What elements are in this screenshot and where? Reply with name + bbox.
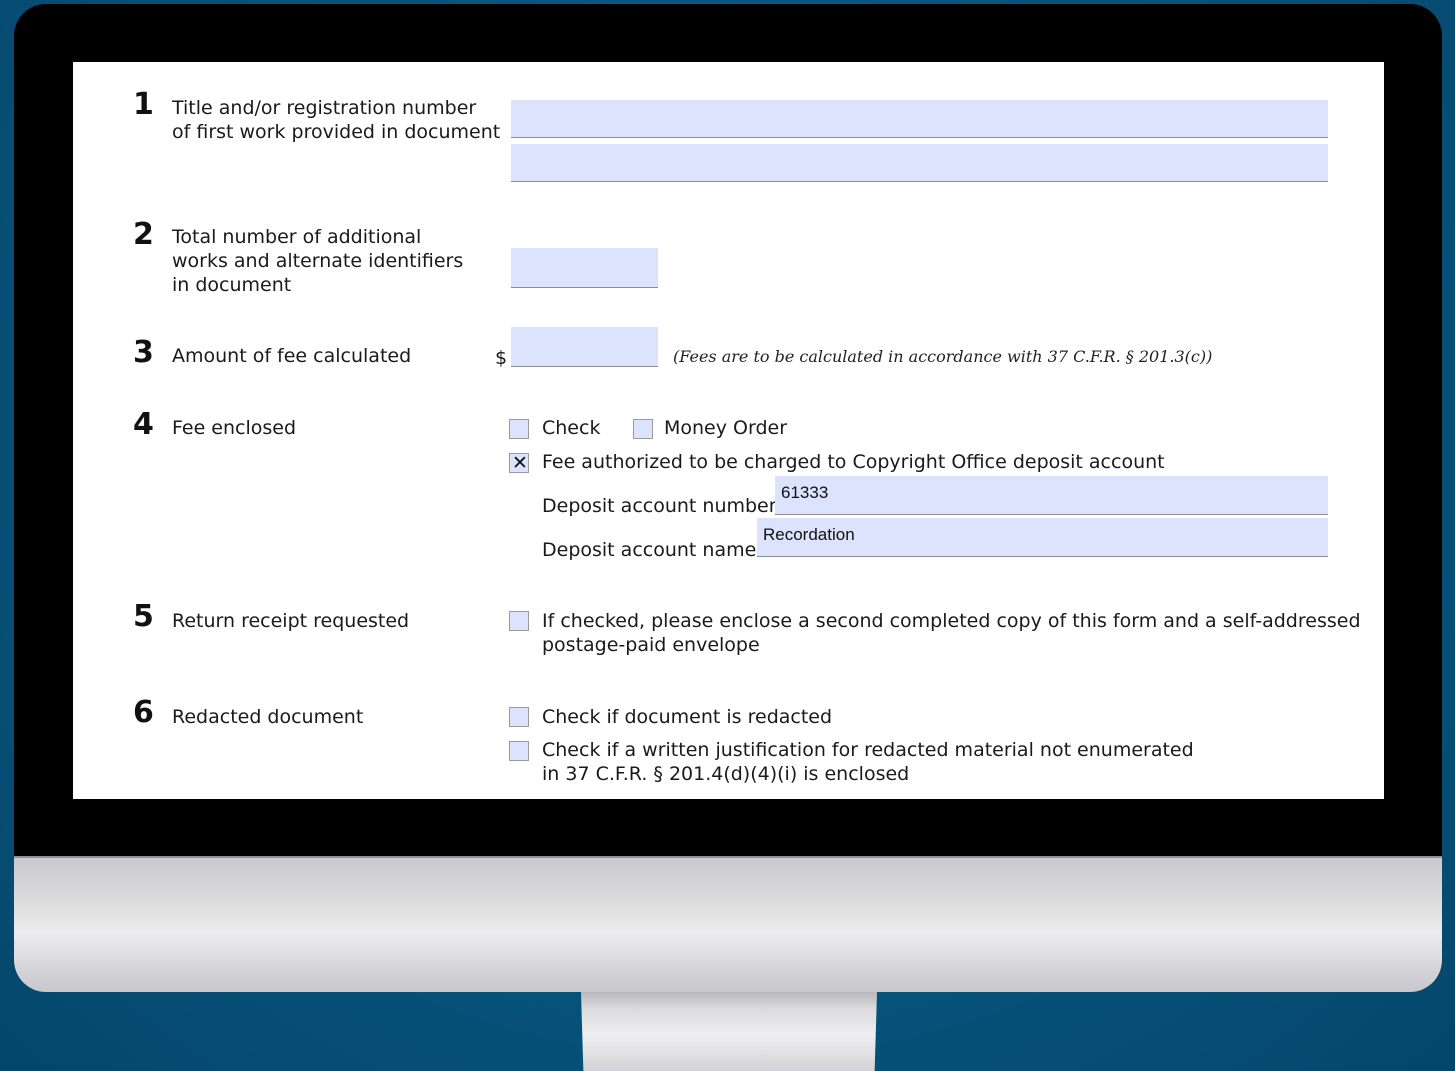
item-2-number: 2 [133, 217, 154, 252]
title-field-line-2[interactable] [511, 144, 1328, 182]
item-4-number: 4 [133, 407, 154, 442]
item-1-label: Title and/or registration number of firs… [172, 97, 501, 143]
justification-option-label: Check if a written justification for red… [542, 739, 1194, 785]
deposit-account-checkbox[interactable]: ✕ [509, 452, 529, 474]
deposit-account-name-label: Deposit account name [542, 539, 757, 561]
item-5-number: 5 [133, 599, 154, 634]
item-3-label: Amount of fee calculated [172, 345, 412, 367]
justification-checkbox[interactable] [509, 741, 529, 761]
deposit-account-name-value: Recordation [763, 525, 855, 544]
money-order-option-label: Money Order [664, 417, 788, 439]
fee-amount-field[interactable] [511, 327, 658, 367]
monitor-stand [581, 992, 877, 1071]
deposit-account-number-field[interactable]: 61333 [775, 476, 1328, 515]
additional-works-field[interactable] [511, 248, 658, 288]
deposit-account-number-label: Deposit account number [542, 495, 777, 517]
check-checkbox[interactable] [509, 419, 529, 439]
fee-note: (Fees are to be calculated in accordance… [673, 347, 1213, 366]
item-6-number: 6 [133, 695, 154, 730]
money-order-checkbox[interactable] [633, 419, 653, 439]
monitor: 1 Title and/or registration number of fi… [14, 4, 1442, 992]
deposit-account-name-field[interactable]: Recordation [757, 518, 1328, 557]
title-field-line-1[interactable] [511, 100, 1328, 138]
item-5-label: Return receipt requested [172, 610, 410, 632]
currency-symbol: $ [495, 347, 508, 369]
return-receipt-checkbox[interactable] [509, 611, 529, 631]
item-1-number: 1 [133, 87, 154, 122]
item-4-label: Fee enclosed [172, 417, 297, 439]
item-2-label: Total number of additional works and alt… [172, 226, 464, 296]
return-receipt-option-label: If checked, please enclose a second comp… [542, 610, 1361, 656]
redacted-option-label: Check if document is redacted [542, 706, 833, 728]
item-3-number: 3 [133, 335, 154, 370]
redacted-checkbox[interactable] [509, 707, 529, 727]
check-option-label: Check [542, 417, 601, 439]
item-6-label: Redacted document [172, 706, 364, 728]
deposit-account-number-value: 61333 [781, 483, 829, 502]
form-screen: 1 Title and/or registration number of fi… [73, 62, 1384, 799]
deposit-option-label: Fee authorized to be charged to Copyrigh… [542, 451, 1165, 473]
monitor-chin [14, 856, 1442, 992]
checkmark-x-icon: ✕ [512, 452, 528, 474]
